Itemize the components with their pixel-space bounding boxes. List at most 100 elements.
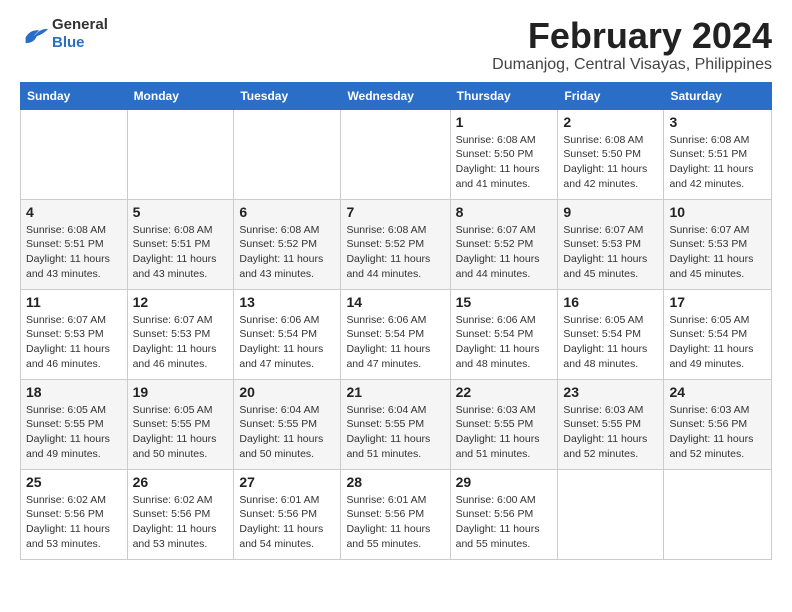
- calendar-cell: 22 Sunrise: 6:03 AM Sunset: 5:55 PM Dayli…: [450, 379, 558, 469]
- day-number: 18: [26, 384, 122, 400]
- calendar-cell: 17 Sunrise: 6:05 AM Sunset: 5:54 PM Dayli…: [664, 289, 772, 379]
- day-number: 29: [456, 474, 553, 490]
- calendar-cell: 20 Sunrise: 6:04 AM Sunset: 5:55 PM Dayli…: [234, 379, 341, 469]
- day-info: Sunrise: 6:06 AM Sunset: 5:54 PM Dayligh…: [456, 313, 553, 372]
- logo-general: General: [52, 16, 108, 33]
- logo-bird-icon: [20, 23, 48, 45]
- calendar-cell: 12Sunrise: 6:07 AM Sunset: 5:53 PM Dayli…: [127, 289, 234, 379]
- day-number: 17: [669, 294, 766, 310]
- calendar-cell: [664, 469, 772, 559]
- day-number: 21: [346, 384, 444, 400]
- day-number: 7: [346, 204, 444, 220]
- calendar-cell: 13 Sunrise: 6:06 AM Sunset: 5:54 PM Dayli…: [234, 289, 341, 379]
- day-info: Sunrise: 6:04 AM Sunset: 5:55 PM Dayligh…: [346, 403, 444, 462]
- day-number: 15: [456, 294, 553, 310]
- day-number: 1: [456, 114, 553, 130]
- day-info: Sunrise: 6:05 AM Sunset: 5:54 PM Dayligh…: [563, 313, 658, 372]
- calendar-cell: 16 Sunrise: 6:05 AM Sunset: 5:54 PM Dayli…: [558, 289, 664, 379]
- calendar-week-row: 25 Sunrise: 6:02 AM Sunset: 5:56 PM Dayli…: [21, 469, 772, 559]
- day-info: Sunrise: 6:08 AM Sunset: 5:51 PM Dayligh…: [669, 133, 766, 192]
- day-number: 8: [456, 204, 553, 220]
- weekday-header-row: SundayMondayTuesdayWednesdayThursdayFrid…: [21, 82, 772, 109]
- day-number: 20: [239, 384, 335, 400]
- day-number: 11: [26, 294, 122, 310]
- day-number: 25: [26, 474, 122, 490]
- weekday-header-thursday: Thursday: [450, 82, 558, 109]
- day-number: 27: [239, 474, 335, 490]
- day-number: 13: [239, 294, 335, 310]
- weekday-header-friday: Friday: [558, 82, 664, 109]
- month-title: February 2024: [492, 16, 772, 56]
- calendar-cell: 8 Sunrise: 6:07 AM Sunset: 5:52 PM Daylig…: [450, 199, 558, 289]
- day-info: Sunrise: 6:05 AM Sunset: 5:55 PM Dayligh…: [133, 403, 229, 462]
- day-info: Sunrise: 6:05 AM Sunset: 5:54 PM Dayligh…: [669, 313, 766, 372]
- day-number: 2: [563, 114, 658, 130]
- day-info: Sunrise: 6:03 AM Sunset: 5:55 PM Dayligh…: [563, 403, 658, 462]
- day-info: Sunrise: 6:06 AM Sunset: 5:54 PM Dayligh…: [239, 313, 335, 372]
- day-info: Sunrise: 6:02 AM Sunset: 5:56 PM Dayligh…: [133, 493, 229, 552]
- day-info: Sunrise: 6:07 AM Sunset: 5:53 PM Dayligh…: [133, 313, 229, 372]
- day-info: Sunrise: 6:01 AM Sunset: 5:56 PM Dayligh…: [346, 493, 444, 552]
- day-info: Sunrise: 6:04 AM Sunset: 5:55 PM Dayligh…: [239, 403, 335, 462]
- day-info: Sunrise: 6:08 AM Sunset: 5:50 PM Dayligh…: [456, 133, 553, 192]
- day-number: 26: [133, 474, 229, 490]
- calendar-week-row: 18 Sunrise: 6:05 AM Sunset: 5:55 PM Dayli…: [21, 379, 772, 469]
- day-info: Sunrise: 6:01 AM Sunset: 5:56 PM Dayligh…: [239, 493, 335, 552]
- calendar-cell: 27 Sunrise: 6:01 AM Sunset: 5:56 PM Dayli…: [234, 469, 341, 559]
- calendar-cell: 7 Sunrise: 6:08 AM Sunset: 5:52 PM Daylig…: [341, 199, 450, 289]
- day-info: Sunrise: 6:00 AM Sunset: 5:56 PM Dayligh…: [456, 493, 553, 552]
- day-info: Sunrise: 6:03 AM Sunset: 5:55 PM Dayligh…: [456, 403, 553, 462]
- calendar-cell: 15 Sunrise: 6:06 AM Sunset: 5:54 PM Dayli…: [450, 289, 558, 379]
- calendar-cell: 25Sunrise: 6:02 AM Sunset: 5:56 PM Dayli…: [21, 469, 128, 559]
- calendar-table: SundayMondayTuesdayWednesdayThursdayFrid…: [20, 82, 772, 560]
- day-info: Sunrise: 6:07 AM Sunset: 5:53 PM Dayligh…: [669, 223, 766, 282]
- day-number: 14: [346, 294, 444, 310]
- calendar-cell: 24 Sunrise: 6:03 AM Sunset: 5:56 PM Dayli…: [664, 379, 772, 469]
- day-number: 4: [26, 204, 122, 220]
- calendar-cell: 28 Sunrise: 6:01 AM Sunset: 5:56 PM Dayli…: [341, 469, 450, 559]
- day-info: Sunrise: 6:07 AM Sunset: 5:53 PM Dayligh…: [26, 313, 122, 372]
- day-info: Sunrise: 6:06 AM Sunset: 5:54 PM Dayligh…: [346, 313, 444, 372]
- day-number: 22: [456, 384, 553, 400]
- calendar-cell: 3 Sunrise: 6:08 AM Sunset: 5:51 PM Daylig…: [664, 109, 772, 199]
- calendar-cell: 11 Sunrise: 6:07 AM Sunset: 5:53 PM Dayli…: [21, 289, 128, 379]
- calendar-cell: 2 Sunrise: 6:08 AM Sunset: 5:50 PM Daylig…: [558, 109, 664, 199]
- calendar-cell: 19Sunrise: 6:05 AM Sunset: 5:55 PM Dayli…: [127, 379, 234, 469]
- weekday-header-tuesday: Tuesday: [234, 82, 341, 109]
- calendar-cell: [234, 109, 341, 199]
- day-number: 3: [669, 114, 766, 130]
- day-info: Sunrise: 6:08 AM Sunset: 5:52 PM Dayligh…: [239, 223, 335, 282]
- calendar-week-row: 4 Sunrise: 6:08 AM Sunset: 5:51 PM Daylig…: [21, 199, 772, 289]
- day-info: Sunrise: 6:08 AM Sunset: 5:51 PM Dayligh…: [26, 223, 122, 282]
- calendar-cell: 9Sunrise: 6:07 AM Sunset: 5:53 PM Daylig…: [558, 199, 664, 289]
- day-info: Sunrise: 6:03 AM Sunset: 5:56 PM Dayligh…: [669, 403, 766, 462]
- day-number: 23: [563, 384, 658, 400]
- calendar-cell: 4 Sunrise: 6:08 AM Sunset: 5:51 PM Daylig…: [21, 199, 128, 289]
- day-number: 28: [346, 474, 444, 490]
- weekday-header-monday: Monday: [127, 82, 234, 109]
- location-title: Dumanjog, Central Visayas, Philippines: [492, 56, 772, 74]
- day-number: 16: [563, 294, 658, 310]
- day-number: 24: [669, 384, 766, 400]
- day-info: Sunrise: 6:08 AM Sunset: 5:52 PM Dayligh…: [346, 223, 444, 282]
- calendar-cell: 23 Sunrise: 6:03 AM Sunset: 5:55 PM Dayli…: [558, 379, 664, 469]
- weekday-header-sunday: Sunday: [21, 82, 128, 109]
- logo-blue: Blue: [52, 34, 85, 51]
- day-info: Sunrise: 6:08 AM Sunset: 5:51 PM Dayligh…: [133, 223, 229, 282]
- calendar-week-row: 11 Sunrise: 6:07 AM Sunset: 5:53 PM Dayli…: [21, 289, 772, 379]
- day-number: 10: [669, 204, 766, 220]
- day-info: Sunrise: 6:07 AM Sunset: 5:52 PM Dayligh…: [456, 223, 553, 282]
- calendar-cell: 26 Sunrise: 6:02 AM Sunset: 5:56 PM Dayli…: [127, 469, 234, 559]
- calendar-cell: 1 Sunrise: 6:08 AM Sunset: 5:50 PM Daylig…: [450, 109, 558, 199]
- calendar-cell: 14 Sunrise: 6:06 AM Sunset: 5:54 PM Dayli…: [341, 289, 450, 379]
- page-header: General Blue February 2024 Dumanjog, Cen…: [20, 16, 772, 74]
- calendar-cell: 5Sunrise: 6:08 AM Sunset: 5:51 PM Daylig…: [127, 199, 234, 289]
- calendar-cell: 6Sunrise: 6:08 AM Sunset: 5:52 PM Daylig…: [234, 199, 341, 289]
- logo: General Blue: [20, 16, 108, 52]
- calendar-cell: 29 Sunrise: 6:00 AM Sunset: 5:56 PM Dayli…: [450, 469, 558, 559]
- calendar-cell: 21 Sunrise: 6:04 AM Sunset: 5:55 PM Dayli…: [341, 379, 450, 469]
- day-info: Sunrise: 6:08 AM Sunset: 5:50 PM Dayligh…: [563, 133, 658, 192]
- calendar-cell: [341, 109, 450, 199]
- calendar-cell: [558, 469, 664, 559]
- weekday-header-wednesday: Wednesday: [341, 82, 450, 109]
